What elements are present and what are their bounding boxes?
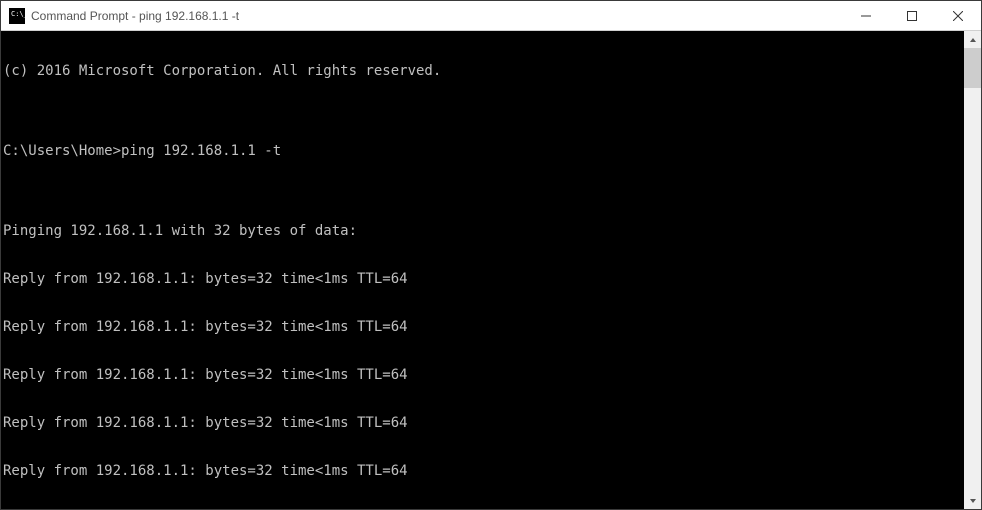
terminal-output[interactable]: (c) 2016 Microsoft Corporation. All righ… [1,31,964,509]
close-icon [953,11,963,21]
window-controls [843,1,981,30]
vertical-scrollbar[interactable] [964,31,981,509]
cmd-icon [9,8,25,24]
command-prompt-window: Command Prompt - ping 192.168.1.1 -t (c)… [0,0,982,510]
reply-line: Reply from 192.168.1.1: bytes=32 time<1m… [3,367,964,383]
copyright-line: (c) 2016 Microsoft Corporation. All righ… [3,63,964,79]
scrollbar-thumb[interactable] [964,48,981,88]
maximize-icon [907,11,917,21]
ping-header-line: Pinging 192.168.1.1 with 32 bytes of dat… [3,223,964,239]
minimize-icon [861,11,871,21]
chevron-up-icon [969,36,977,44]
scrollbar-track[interactable] [964,48,981,492]
minimize-button[interactable] [843,1,889,30]
scroll-up-button[interactable] [964,31,981,48]
reply-line: Reply from 192.168.1.1: bytes=32 time<1m… [3,415,964,431]
scroll-down-button[interactable] [964,492,981,509]
close-button[interactable] [935,1,981,30]
prompt-line: C:\Users\Home>ping 192.168.1.1 -t [3,143,964,159]
window-title: Command Prompt - ping 192.168.1.1 -t [31,9,843,23]
maximize-button[interactable] [889,1,935,30]
reply-line: Reply from 192.168.1.1: bytes=32 time<1m… [3,271,964,287]
chevron-down-icon [969,497,977,505]
content-area: (c) 2016 Microsoft Corporation. All righ… [1,31,981,509]
reply-line: Reply from 192.168.1.1: bytes=32 time<1m… [3,319,964,335]
reply-line: Reply from 192.168.1.1: bytes=32 time<1m… [3,463,964,479]
titlebar[interactable]: Command Prompt - ping 192.168.1.1 -t [1,1,981,31]
